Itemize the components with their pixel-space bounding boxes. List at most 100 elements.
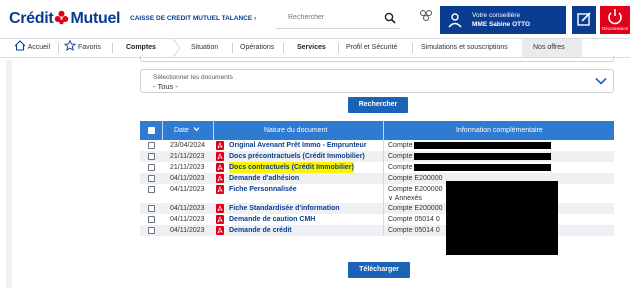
row-document-link[interactable]: Docs contractuels (Crédit Immobilier) (229, 162, 354, 173)
column-divider (383, 214, 384, 225)
select-all-checkbox[interactable] (148, 127, 155, 134)
row-date: 23/04/2024 (170, 142, 206, 149)
annexes-toggle[interactable]: ∨ Annexés (388, 194, 422, 202)
main-nav: Accueil Favoris Comptes Situation Opérat… (0, 38, 630, 58)
nav-comptes[interactable]: Comptes (126, 39, 156, 57)
pdf-icon[interactable] (216, 163, 224, 172)
row-document-link[interactable]: Demande d'adhésion (229, 173, 299, 184)
left-panel-edge (6, 60, 12, 288)
nav-accueil[interactable]: Accueil (14, 39, 50, 57)
tab-profil-securite[interactable]: Profil et Sécurité (346, 39, 397, 57)
column-divider (383, 140, 384, 151)
nav-divider (58, 43, 59, 53)
nav-accueil-label: Accueil (27, 44, 51, 51)
nav-divider (412, 43, 413, 53)
row-info: Compte 05014 0 (388, 216, 440, 223)
documents-table: Date Nature du document Information comp… (140, 121, 614, 255)
search-input[interactable] (288, 14, 378, 21)
column-divider (383, 184, 384, 203)
row-checkbox[interactable] (148, 142, 155, 149)
advisor-icon (448, 13, 462, 28)
brand-logo[interactable]: Crédit Mutuel (9, 10, 120, 28)
nav-favoris-label: Favoris (77, 44, 101, 51)
edit-button[interactable] (572, 6, 596, 34)
select-label: Sélectionner les documents (153, 74, 233, 81)
header-divider (213, 121, 214, 140)
row-checkbox[interactable] (148, 216, 155, 223)
header-info: Information complémentaire (456, 127, 543, 134)
pdf-icon[interactable] (216, 174, 224, 183)
table-row: 21/11/2023 Docs précontractuels (Crédit I… (140, 151, 614, 162)
row-info: Compte (388, 164, 413, 171)
chevron-down-icon[interactable] (595, 76, 607, 86)
tab-services[interactable]: Services (297, 39, 326, 57)
nav-favoris[interactable]: Favoris (63, 39, 101, 57)
column-divider (383, 225, 384, 236)
header-nature: Nature du document (264, 127, 328, 134)
row-info: Compte (388, 153, 413, 160)
row-document-link[interactable]: Fiche Standardisée d'information (229, 203, 340, 214)
profiles-icon[interactable] (418, 9, 434, 25)
logout-label: Déconnexion (602, 26, 629, 31)
pdf-icon[interactable] (216, 204, 224, 213)
tab-simulations[interactable]: Simulations et souscriptions (421, 39, 508, 57)
column-divider (383, 162, 384, 173)
advisor-button[interactable]: Votre conseillère MME Sabine OTTO (440, 6, 566, 34)
nav-divider (112, 43, 113, 53)
brand-part1: Crédit (9, 10, 54, 27)
search-box (276, 9, 400, 29)
pdf-icon[interactable] (216, 152, 224, 161)
row-document-link[interactable]: Fiche Personnalisée (229, 184, 297, 195)
chevron-right-icon (172, 39, 181, 57)
star-icon (63, 39, 77, 51)
table-body: 23/04/2024 Original Avenant Prêt Immo - E… (140, 140, 614, 255)
document-select[interactable]: Sélectionner les documents - Tous - (140, 69, 614, 93)
home-icon (14, 40, 26, 51)
redaction-bar (414, 142, 551, 149)
row-document-link[interactable]: Demande de caution CMH (229, 214, 315, 225)
redaction-block (446, 181, 558, 255)
row-checkbox[interactable] (148, 186, 155, 193)
row-checkbox[interactable] (148, 153, 155, 160)
pdf-icon[interactable] (216, 215, 224, 224)
edit-icon (577, 12, 591, 26)
row-document-link[interactable]: Demande de crédit (229, 225, 292, 236)
row-checkbox[interactable] (148, 227, 155, 234)
download-button[interactable]: Télécharger (348, 262, 410, 278)
pdf-icon[interactable] (216, 185, 224, 194)
row-date: 04/11/2023 (170, 227, 205, 234)
header-divider (162, 121, 163, 140)
row-document-link[interactable]: Original Avenant Prêt Immo - Emprunteur (229, 140, 367, 151)
advisor-title: Votre conseillère (472, 12, 521, 19)
column-divider (383, 203, 384, 214)
row-checkbox[interactable] (148, 164, 155, 171)
tab-nos-offres[interactable]: Nos offres (533, 39, 565, 57)
search-icon[interactable] (384, 12, 396, 24)
sort-down-icon (193, 127, 200, 132)
caisse-link[interactable]: CAISSE DE CREDIT MUTUEL TALANCE › (130, 15, 256, 22)
row-info: Compte E200000 (388, 175, 443, 182)
table-row: 23/04/2024 Original Avenant Prêt Immo - E… (140, 140, 614, 151)
row-info: Compte 05014 0 (388, 227, 440, 234)
logout-button[interactable]: Déconnexion (600, 6, 630, 34)
nav-divider (283, 43, 284, 53)
header-divider (383, 121, 384, 140)
search-button[interactable]: Rechercher (348, 97, 408, 113)
advisor-name: MME Sabine OTTO (472, 21, 531, 28)
row-date: 04/11/2023 (170, 205, 205, 212)
row-date: 21/11/2023 (170, 153, 205, 160)
row-checkbox[interactable] (148, 175, 155, 182)
previous-field (140, 56, 614, 62)
header-date[interactable]: Date (174, 121, 200, 140)
column-divider (383, 151, 384, 162)
pdf-icon[interactable] (216, 226, 224, 235)
row-date: 04/11/2023 (170, 186, 205, 193)
tab-situation[interactable]: Situation (191, 39, 218, 57)
row-info: Compte (388, 142, 413, 149)
row-document-link[interactable]: Docs précontractuels (Crédit Immobilier) (229, 151, 365, 162)
tab-operations[interactable]: Opérations (240, 39, 274, 57)
brand-mark-icon (55, 10, 69, 25)
row-checkbox[interactable] (148, 205, 155, 212)
column-divider (383, 173, 384, 184)
pdf-icon[interactable] (216, 141, 224, 150)
